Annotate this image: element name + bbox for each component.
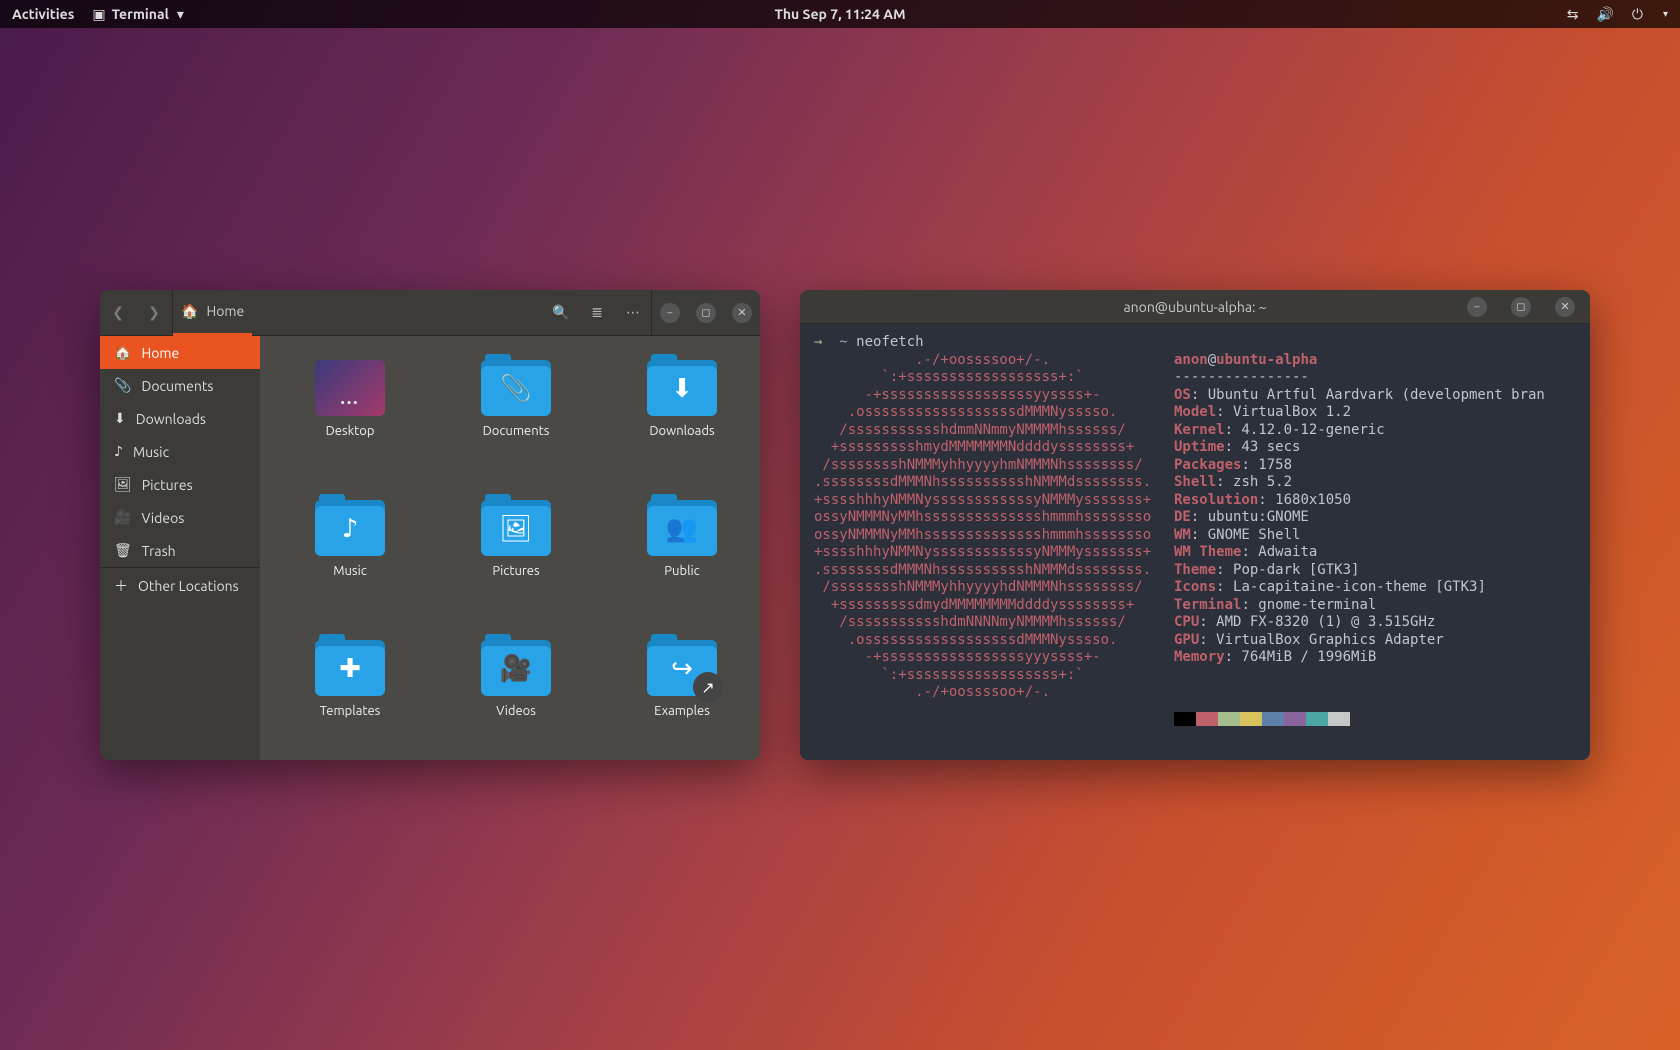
- hamburger-menu[interactable]: ⋯: [615, 290, 651, 336]
- sidebar-item-downloads[interactable]: ⬇ Downloads: [100, 402, 260, 435]
- app-menu[interactable]: ▣ Terminal ▾: [92, 6, 184, 23]
- files-sidebar: 🏠 Home 📎 Documents ⬇ Downloads ♪ Music🖼 Pictures…: [100, 336, 260, 760]
- sidebar-icon: 🗑: [114, 542, 132, 559]
- sidebar-icon: ⬇: [114, 410, 126, 427]
- sidebar-item-label: Documents: [141, 378, 213, 394]
- folder-icon: ♪: [315, 500, 385, 556]
- forward-button[interactable]: ❯: [136, 290, 172, 336]
- sidebar-item-label: Music: [133, 444, 169, 460]
- terminal-title: anon@ubuntu-alpha: ~: [1123, 299, 1266, 315]
- folder-icon: 📎: [481, 360, 551, 416]
- file-label: Videos: [496, 704, 536, 718]
- plus-icon: ＋: [114, 576, 128, 596]
- sidebar-item-label: Videos: [141, 510, 184, 526]
- volume-icon[interactable]: 🔊: [1596, 6, 1613, 23]
- folder-icon: 🎥: [481, 640, 551, 696]
- path-label: Home: [206, 303, 244, 319]
- minimize-button[interactable]: −: [1467, 297, 1487, 317]
- sidebar-item-label: Trash: [142, 543, 176, 559]
- minimize-button[interactable]: −: [652, 290, 688, 336]
- sidebar-item-label: Other Locations: [138, 578, 239, 594]
- sidebar-icon: 🎥: [114, 509, 131, 526]
- sidebar-icon: 🖼: [114, 476, 132, 493]
- maximize-button[interactable]: ◻: [1511, 297, 1531, 317]
- file-item-public[interactable]: 👥 Public: [624, 500, 740, 630]
- search-button[interactable]: 🔍: [543, 290, 579, 336]
- file-item-pictures[interactable]: 🖼 Pictures: [458, 500, 574, 630]
- file-item-documents[interactable]: 📎 Documents: [458, 360, 574, 490]
- view-list-button[interactable]: ≣: [579, 290, 615, 336]
- file-label: Documents: [483, 424, 550, 438]
- file-label: Templates: [320, 704, 381, 718]
- file-item-examples[interactable]: ↪↗ Examples: [624, 640, 740, 760]
- file-item-desktop[interactable]: Desktop: [292, 360, 408, 490]
- sidebar-item-label: Pictures: [142, 477, 193, 493]
- file-label: Music: [333, 564, 367, 578]
- sidebar-item-videos[interactable]: 🎥 Videos: [100, 501, 260, 534]
- file-label: Public: [664, 564, 699, 578]
- home-icon: 🏠: [181, 303, 198, 320]
- folder-icon: 👥: [647, 500, 717, 556]
- files-window: ❮ ❯ 🏠 Home 🔍 ≣ ⋯ − ◻ ✕ 🏠Home📎Documents⬇D…: [100, 290, 760, 760]
- app-menu-label: Terminal: [112, 6, 169, 22]
- sidebar-item-label: Downloads: [136, 411, 206, 427]
- sidebar-item-trash[interactable]: 🗑 Trash: [100, 534, 260, 567]
- network-icon[interactable]: ⇆: [1567, 6, 1579, 23]
- file-item-videos[interactable]: 🎥 Videos: [458, 640, 574, 760]
- gnome-topbar: Activities ▣ Terminal ▾ Thu Sep 7, 11:24…: [0, 0, 1680, 28]
- sidebar-other-locations[interactable]: ＋ Other Locations: [100, 568, 260, 604]
- terminal-window: anon@ubuntu-alpha: ~ − ◻ ✕ → ~ neofetch …: [800, 290, 1590, 760]
- folder-icon: ⬇: [647, 360, 717, 416]
- chevron-down-icon: ▾: [177, 6, 184, 23]
- sidebar-icon: 🏠: [114, 344, 131, 361]
- maximize-button[interactable]: ◻: [688, 290, 724, 336]
- sidebar-item-music[interactable]: ♪ Music: [100, 435, 260, 468]
- sidebar-item-pictures[interactable]: 🖼 Pictures: [100, 468, 260, 501]
- sidebar-item-documents[interactable]: 📎 Documents: [100, 369, 260, 402]
- close-button[interactable]: ✕: [1555, 297, 1575, 317]
- file-label: Examples: [654, 704, 710, 718]
- power-icon[interactable]: ⏻: [1632, 6, 1643, 23]
- file-label: Downloads: [649, 424, 714, 438]
- file-label: Desktop: [326, 424, 375, 438]
- folder-icon: ↪↗: [647, 640, 717, 696]
- chevron-down-icon[interactable]: ▾: [1663, 8, 1668, 20]
- path-bar[interactable]: 🏠 Home: [173, 290, 252, 336]
- clock[interactable]: Thu Sep 7, 11:24 AM: [774, 6, 905, 22]
- file-item-music[interactable]: ♪ Music: [292, 500, 408, 630]
- files-grid: Desktop 📎 Documents ⬇ Downloads ♪ Music 🖼 Pictur…: [260, 336, 760, 760]
- activities-button[interactable]: Activities: [12, 6, 74, 22]
- folder-icon: 🖼: [481, 500, 551, 556]
- back-button[interactable]: ❮: [100, 290, 136, 336]
- share-badge-icon: ↗: [693, 672, 723, 702]
- files-headerbar: ❮ ❯ 🏠 Home 🔍 ≣ ⋯ − ◻ ✕: [100, 290, 760, 336]
- file-item-templates[interactable]: ✚ Templates: [292, 640, 408, 760]
- file-label: Pictures: [492, 564, 539, 578]
- sidebar-icon: ♪: [114, 443, 123, 460]
- sidebar-item-home[interactable]: 🏠 Home: [100, 336, 260, 369]
- file-item-downloads[interactable]: ⬇ Downloads: [624, 360, 740, 490]
- folder-icon: ✚: [315, 640, 385, 696]
- terminal-headerbar: anon@ubuntu-alpha: ~ − ◻ ✕: [800, 290, 1590, 324]
- desktop-icon: [315, 360, 385, 416]
- terminal-icon: ▣: [92, 6, 105, 23]
- terminal-content[interactable]: → ~ neofetch .-/+oossssoo+/-.anon@ubuntu…: [800, 324, 1590, 760]
- close-button[interactable]: ✕: [724, 290, 760, 336]
- sidebar-item-label: Home: [141, 345, 179, 361]
- sidebar-icon: 📎: [114, 377, 131, 394]
